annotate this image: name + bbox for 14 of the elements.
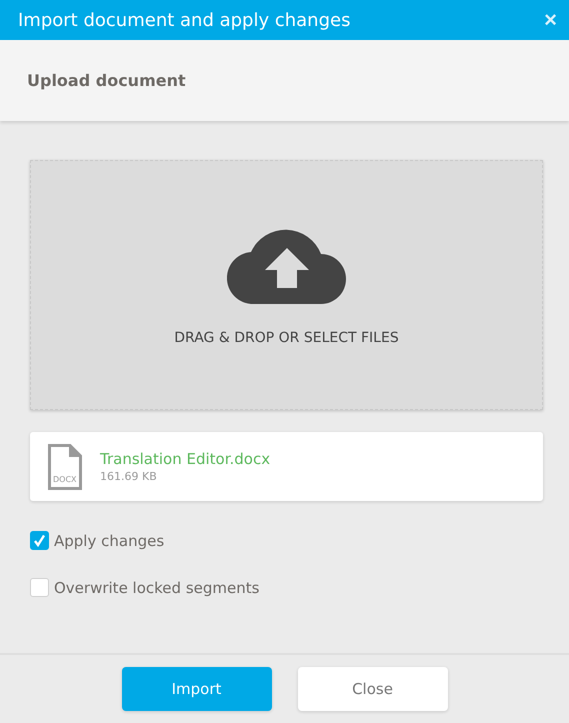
close-button[interactable]: × bbox=[544, 9, 557, 31]
section-title: Upload document bbox=[27, 71, 186, 90]
window-title: Import document and apply changes bbox=[18, 10, 350, 30]
checkbox-label: Apply changes bbox=[54, 532, 164, 550]
file-name: Translation Editor.docx bbox=[100, 450, 270, 468]
drop-zone-label: DRAG & DROP OR SELECT FILES bbox=[174, 329, 399, 346]
drop-zone[interactable]: DRAG & DROP OR SELECT FILES bbox=[30, 160, 543, 410]
checkbox[interactable] bbox=[30, 578, 49, 597]
file-size: 161.69 KB bbox=[100, 470, 158, 483]
document-icon: DOCX bbox=[48, 444, 82, 490]
checkbox[interactable] bbox=[30, 531, 49, 550]
close-dialog-button[interactable]: Close bbox=[298, 667, 448, 711]
checkbox-label: Overwrite locked segments bbox=[54, 578, 260, 596]
import-button[interactable]: Import bbox=[122, 667, 272, 711]
